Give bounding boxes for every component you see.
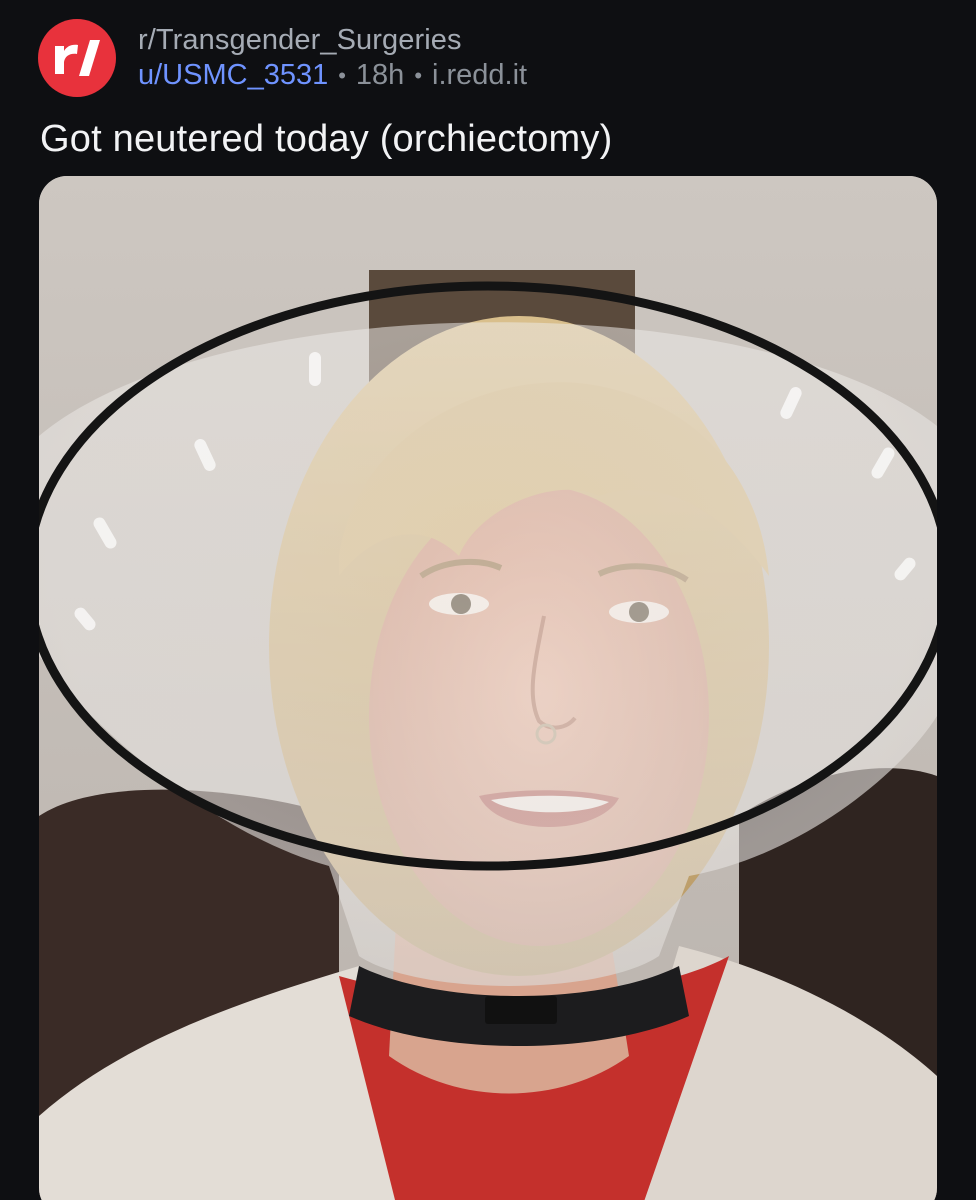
post-age: 18h [355, 59, 405, 91]
author-username[interactable]: u/USMC_3531 [138, 59, 328, 92]
post-image[interactable] [39, 176, 937, 1200]
post-domain[interactable]: i.redd.it [432, 59, 527, 92]
post-meta: r/Transgender_Surgeries u/USMC_3531 • 18… [138, 24, 527, 93]
post-photo [39, 176, 937, 1200]
separator-dot: • [338, 63, 346, 89]
reddit-r-slash-icon [55, 40, 100, 76]
subreddit-name[interactable]: r/Transgender_Surgeries [138, 24, 527, 57]
separator-dot: • [414, 63, 423, 89]
post-title[interactable]: Got neutered today (orchiectomy) [40, 118, 612, 161]
post-header: r/Transgender_Surgeries u/USMC_3531 • 18… [38, 18, 527, 98]
post-byline: u/USMC_3531 • 18h • i.redd.it [138, 59, 527, 92]
subreddit-avatar[interactable] [38, 19, 116, 97]
